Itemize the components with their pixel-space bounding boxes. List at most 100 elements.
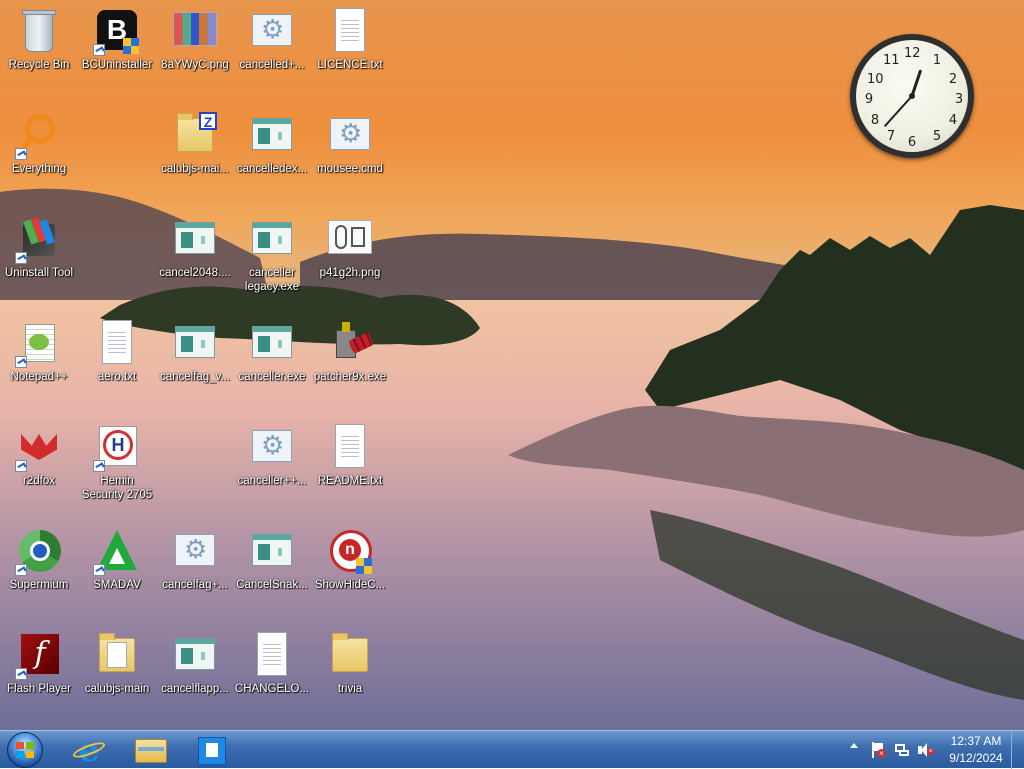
desktop-icon-calubjs-main[interactable]: calubjs-main — [78, 626, 156, 696]
showhide-icon: n — [326, 528, 374, 576]
gear-application-icon — [248, 424, 296, 472]
icon-label: p41g2h.png — [319, 267, 381, 279]
icon-label: cancelledex... — [236, 163, 308, 175]
desktop-icon-canceller-plus-plus[interactable]: canceller++... — [233, 418, 311, 488]
icon-label: 8aYWyC.png — [161, 59, 229, 71]
desktop-icon-cancelsnak[interactable]: CancelSnak... — [233, 522, 311, 592]
volume-muted-icon[interactable]: × — [918, 742, 934, 758]
action-center-flag-icon[interactable]: × — [870, 742, 886, 758]
icon-label: aero.txt — [97, 371, 137, 383]
desktop-icon-calubjs-main-zip[interactable]: Z calubjs-mai... — [156, 106, 234, 176]
desktop-icon-recycle-bin[interactable]: Recycle Bin — [0, 2, 78, 72]
show-hidden-icons-chevron-icon[interactable] — [850, 743, 858, 748]
folder-icon — [93, 632, 141, 680]
icon-label: patcher9x.exe — [313, 371, 387, 383]
desktop-icon-bcuninstaller[interactable]: B BCUninstaller — [78, 2, 156, 72]
icon-label: Flash Player — [7, 683, 71, 695]
icon-label: cancelfag_v... — [159, 371, 231, 383]
desktop-icon-supermium[interactable]: Supermium — [0, 522, 78, 592]
desktop-icon-canceller-exe[interactable]: canceller.exe — [233, 314, 311, 384]
desktop-icon-aero-txt[interactable]: aero.txt — [78, 314, 156, 384]
bcuninstaller-icon: B — [93, 8, 141, 56]
clock-hands — [884, 69, 922, 127]
taskbar-internet-explorer[interactable]: e — [66, 733, 110, 767]
flash-player-icon: f — [15, 632, 63, 680]
icon-label: canceller++... — [237, 475, 307, 487]
start-button[interactable] — [5, 732, 45, 768]
text-document-icon — [326, 424, 374, 472]
icon-label: SMADAV — [93, 579, 141, 591]
folder-icon — [326, 632, 374, 680]
desktop-icon-cancelfag-plus[interactable]: cancelfag+... — [156, 522, 234, 592]
desktop-icon-canceller-legacy[interactable]: canceller legacy.exe — [233, 210, 311, 294]
icon-label: Hemin Security 2705 — [81, 475, 153, 501]
text-document-icon — [326, 8, 374, 56]
taskbar-windows-store[interactable] — [190, 733, 234, 767]
notepad-plus-plus-icon — [15, 320, 63, 368]
icon-label: CancelSnak... — [236, 579, 308, 591]
desktop-icon-trivia[interactable]: trivia — [311, 626, 389, 696]
shortcut-arrow-icon — [15, 564, 27, 576]
clock-gadget[interactable]: 12 1 2 3 4 5 6 7 8 9 10 11 — [850, 34, 974, 158]
icon-label: calubjs-mai... — [161, 163, 229, 175]
windows-logo-icon — [16, 742, 34, 758]
system-tray: × × 12:37 AM 9/12/2024 — [844, 731, 1024, 769]
desktop-icon-8aywyc-png[interactable]: 8aYWyC.png — [156, 2, 234, 72]
desktop-icon-licence-txt[interactable]: LICENCE.txt — [311, 2, 389, 72]
shortcut-arrow-icon — [15, 252, 27, 264]
desktop-icon-changelog[interactable]: CHANGELO... — [233, 626, 311, 696]
gear-application-icon — [171, 528, 219, 576]
desktop-icon-hemin-security[interactable]: H Hemin Security 2705 — [78, 418, 156, 502]
desktop-icon-everything[interactable]: Everything — [0, 106, 78, 176]
desktop-icon-cancelledex[interactable]: cancelledex... — [233, 106, 311, 176]
icon-label: canceller.exe — [238, 371, 306, 383]
desktop-icon-mousee-cmd[interactable]: mousee.cmd — [311, 106, 389, 176]
shortcut-arrow-icon — [15, 356, 27, 368]
icon-label: cancelled+... — [239, 59, 305, 71]
desktop-icon-readme-txt[interactable]: README.txt — [311, 418, 389, 488]
desktop-icon-showhidec[interactable]: n ShowHideC... — [311, 522, 389, 592]
desktop-icon-cancelled-plus[interactable]: cancelled+... — [233, 2, 311, 72]
desktop-icon-uninstall-tool[interactable]: Uninstall Tool — [0, 210, 78, 280]
desktop-icon-patcher9x-exe[interactable]: patcher9x.exe — [311, 314, 389, 384]
text-document-icon — [93, 320, 141, 368]
application-window-icon — [248, 528, 296, 576]
image-file-icon — [171, 8, 219, 56]
icon-label: cancel2048.... — [159, 267, 231, 279]
icon-label: trivia — [337, 683, 363, 695]
application-window-icon — [171, 632, 219, 680]
desktop-icon-p41g2h-png[interactable]: p41g2h.png — [311, 210, 389, 280]
icon-label: calubjs-main — [84, 683, 150, 695]
icon-label: cancelflapp... — [161, 683, 229, 695]
taskbar-file-explorer[interactable] — [128, 733, 172, 767]
everything-search-icon — [15, 112, 63, 160]
desktop-icon-smadav[interactable]: SMADAV — [78, 522, 156, 592]
shortcut-arrow-icon — [93, 564, 105, 576]
icon-label: Everything — [11, 163, 67, 175]
icon-label: Recycle Bin — [8, 59, 70, 71]
desktop-icon-cancelfag-v[interactable]: cancelfag_v... — [156, 314, 234, 384]
clock-tray[interactable]: 12:37 AM 9/12/2024 — [946, 733, 1006, 767]
icon-label: LICENCE.txt — [317, 59, 383, 71]
hemin-security-icon: H — [93, 424, 141, 472]
shortcut-arrow-icon — [15, 668, 27, 680]
image-file-icon — [326, 216, 374, 264]
supermium-browser-icon — [15, 528, 63, 576]
gear-script-icon — [326, 112, 374, 160]
desktop-icon-r2dfox[interactable]: r2dfox — [0, 418, 78, 488]
show-desktop-button[interactable] — [1011, 731, 1024, 769]
icon-label: r2dfox — [23, 475, 55, 487]
shortcut-arrow-icon — [93, 460, 105, 472]
desktop-icon-cancel2048[interactable]: cancel2048.... — [156, 210, 234, 280]
icon-label: CHANGELO... — [234, 683, 310, 695]
patcher-bomb-icon — [326, 320, 374, 368]
shortcut-arrow-icon — [93, 44, 105, 56]
compressed-folder-icon: Z — [171, 112, 219, 160]
application-window-icon — [248, 320, 296, 368]
desktop-icon-notepad-plus-plus[interactable]: Notepad++ — [0, 314, 78, 384]
taskbar: e × × 12:37 AM 9/12/2024 — [0, 730, 1024, 769]
desktop-icon-flash-player[interactable]: f Flash Player — [0, 626, 78, 696]
icon-label: mousee.cmd — [317, 163, 383, 175]
desktop-icon-cancelflapp[interactable]: cancelflapp... — [156, 626, 234, 696]
network-icon[interactable] — [894, 742, 910, 758]
